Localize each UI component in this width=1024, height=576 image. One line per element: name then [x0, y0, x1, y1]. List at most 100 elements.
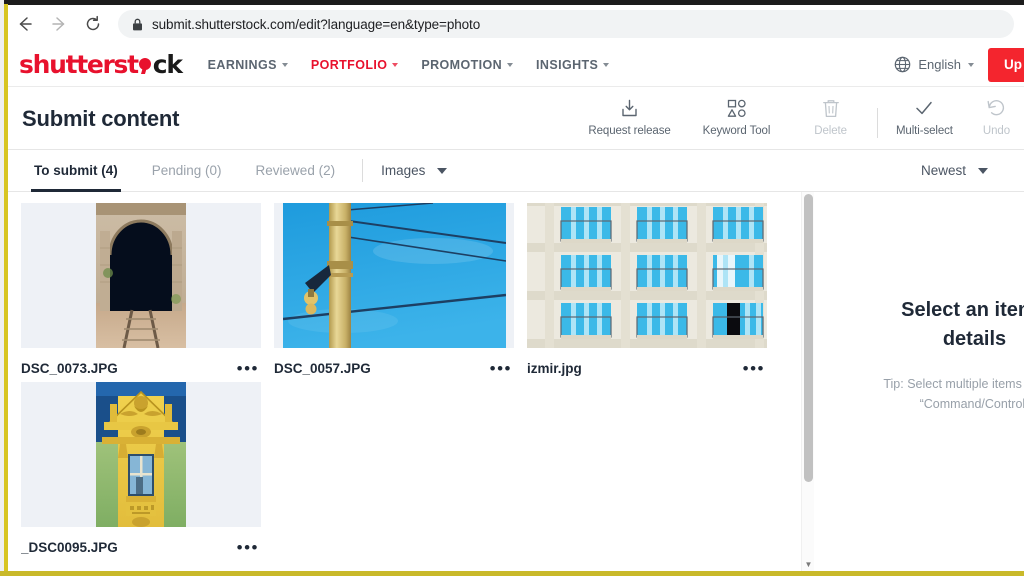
asset-thumbnail[interactable]: [21, 382, 261, 527]
main-navigation: EARNINGS PORTFOLIO PROMOTION INSIGHTS: [208, 58, 610, 72]
frame-accent-stripe-bottom: [0, 571, 1024, 576]
baroque-facade-image: [96, 382, 186, 527]
nav-item-earnings[interactable]: EARNINGS: [208, 58, 288, 72]
asset-filename: DSC_0073.JPG: [21, 361, 118, 376]
back-arrow-icon[interactable]: [8, 7, 42, 41]
tab-reviewed[interactable]: Reviewed (2): [239, 150, 353, 191]
upload-button[interactable]: Up: [988, 47, 1024, 82]
asset-thumbnail[interactable]: [21, 203, 261, 348]
asset-meta-row: DSC_0057.JPG •••: [274, 348, 514, 377]
forward-arrow-icon[interactable]: [42, 7, 76, 41]
content-toolbar: Request release Keyword Tool Delete Mult…: [572, 88, 1024, 149]
globe-icon: [895, 56, 911, 73]
asset-menu-button[interactable]: •••: [237, 539, 261, 556]
detail-heading-line-2: details: [942, 328, 1007, 350]
tab-label: Pending (0): [151, 163, 222, 178]
tool-label: Keyword Tool: [702, 125, 771, 137]
asset-card[interactable]: _DSC0095.JPG •••: [21, 382, 274, 556]
url-text: submit.shutterstock.com/edit?language=en…: [152, 16, 481, 32]
railway-tunnel-image: [96, 203, 186, 348]
blue-shutters-facade-image: [527, 203, 767, 348]
chevron-down-icon: [437, 167, 448, 174]
trash-icon: [821, 97, 841, 119]
reload-icon[interactable]: [76, 7, 110, 41]
media-type-filter-label: Images: [381, 163, 426, 178]
nav-item-portfolio[interactable]: PORTFOLIO: [311, 58, 399, 72]
nav-item-label: EARNINGS: [207, 57, 277, 72]
chevron-down-icon: [978, 167, 988, 174]
logo-text-primary: shutterst: [19, 50, 139, 79]
tabs-bar: To submit (4) Pending (0) Reviewed (2) I…: [8, 150, 1024, 192]
asset-menu-button[interactable]: •••: [490, 360, 514, 377]
detail-heading-line-1: Select an item t: [901, 299, 1024, 321]
tab-label: Reviewed (2): [255, 163, 336, 178]
nav-item-label: INSIGHTS: [536, 57, 599, 72]
asset-filename: _DSC0095.JPG: [21, 540, 118, 555]
shutterstock-logo[interactable]: shutterst ck: [19, 50, 183, 79]
logo-text-secondary: ck: [152, 50, 183, 79]
detail-tip-line-1: Tip: Select multiple items by hold: [883, 377, 1024, 391]
keyword-tool-button[interactable]: Keyword Tool: [687, 97, 787, 137]
asset-menu-button[interactable]: •••: [237, 360, 261, 377]
scrollbar-thumb[interactable]: [804, 194, 813, 482]
language-selector[interactable]: English: [894, 56, 974, 73]
nav-item-insights[interactable]: INSIGHTS: [536, 57, 610, 72]
asset-grid-pane: DSC_0073.JPG ••• DSC_0057.JPG ••• izmir.…: [8, 192, 801, 571]
lock-icon: [133, 18, 142, 30]
request-release-button[interactable]: Request release: [572, 97, 686, 137]
asset-meta-row: izmir.jpg •••: [527, 348, 767, 377]
asset-card[interactable]: DSC_0073.JPG •••: [21, 203, 274, 377]
chevron-down-icon: [968, 62, 974, 67]
asset-card[interactable]: DSC_0057.JPG •••: [274, 203, 527, 377]
asset-thumbnail[interactable]: [527, 203, 767, 348]
asset-thumbnail[interactable]: [274, 203, 514, 348]
detail-tip-line-2: “Command/Control”: [919, 397, 1024, 411]
tab-pending[interactable]: Pending (0): [135, 150, 239, 191]
detail-panel-heading: Select an item t details: [815, 296, 1024, 354]
header-right-controls: English Up: [894, 43, 1024, 86]
nav-item-promotion[interactable]: PROMOTION: [421, 57, 514, 72]
chevron-down-icon: [507, 62, 514, 67]
download-release-icon: [619, 97, 640, 119]
media-type-filter[interactable]: Images: [373, 150, 455, 191]
page-title: Submit content: [22, 105, 180, 131]
detail-panel: Select an item t details Tip: Select mul…: [815, 192, 1024, 571]
checkmark-icon: [913, 97, 935, 119]
undo-icon: [986, 97, 1007, 119]
address-bar[interactable]: submit.shutterstock.com/edit?language=en…: [118, 10, 1014, 38]
tool-label: Delete: [814, 125, 847, 137]
tab-to-submit[interactable]: To submit (4): [17, 150, 135, 192]
asset-grid: DSC_0073.JPG ••• DSC_0057.JPG ••• izmir.…: [8, 192, 801, 561]
undo-button[interactable]: Undo: [969, 97, 1024, 137]
tabs-divider: [362, 159, 364, 182]
screenshot-frame: submit.shutterstock.com/edit?language=en…: [0, 0, 1024, 576]
asset-meta-row: DSC_0073.JPG •••: [21, 348, 261, 377]
chevron-down-icon: [392, 62, 399, 67]
grid-scrollbar[interactable]: ▼: [801, 192, 814, 571]
language-label: English: [918, 57, 961, 72]
chevron-down-icon: [603, 62, 610, 67]
asset-card[interactable]: izmir.jpg •••: [527, 203, 780, 377]
toolbar-divider: [876, 108, 878, 138]
chevron-down-icon: [281, 62, 288, 67]
tool-label: Request release: [588, 125, 671, 137]
multi-select-button[interactable]: Multi-select: [880, 97, 969, 137]
sort-order-select[interactable]: Newest: [921, 150, 988, 191]
sort-order-label: Newest: [920, 163, 966, 178]
scroll-down-arrow-icon[interactable]: ▼: [802, 560, 815, 569]
asset-filename: izmir.jpg: [527, 361, 582, 376]
browser-toolbar: submit.shutterstock.com/edit?language=en…: [8, 5, 1024, 43]
nav-item-label: PROMOTION: [421, 57, 503, 72]
detail-panel-tip: Tip: Select multiple items by hold “Comm…: [815, 374, 1024, 414]
tool-label: Multi-select: [895, 125, 953, 137]
tab-label: To submit (4): [34, 163, 118, 178]
site-header: shutterst ck EARNINGS PORTFOLIO PROMOTION…: [8, 43, 1024, 87]
asset-menu-button[interactable]: •••: [743, 360, 767, 377]
shapes-keyword-icon: [726, 97, 747, 119]
catenary-pole-image: [282, 203, 506, 348]
nav-item-label: PORTFOLIO: [310, 57, 388, 72]
page-action-bar: Submit content Request release Keyword T…: [8, 88, 1024, 150]
asset-filename: DSC_0057.JPG: [274, 361, 371, 376]
delete-button[interactable]: Delete: [786, 97, 875, 137]
asset-meta-row: _DSC0095.JPG •••: [21, 527, 261, 556]
